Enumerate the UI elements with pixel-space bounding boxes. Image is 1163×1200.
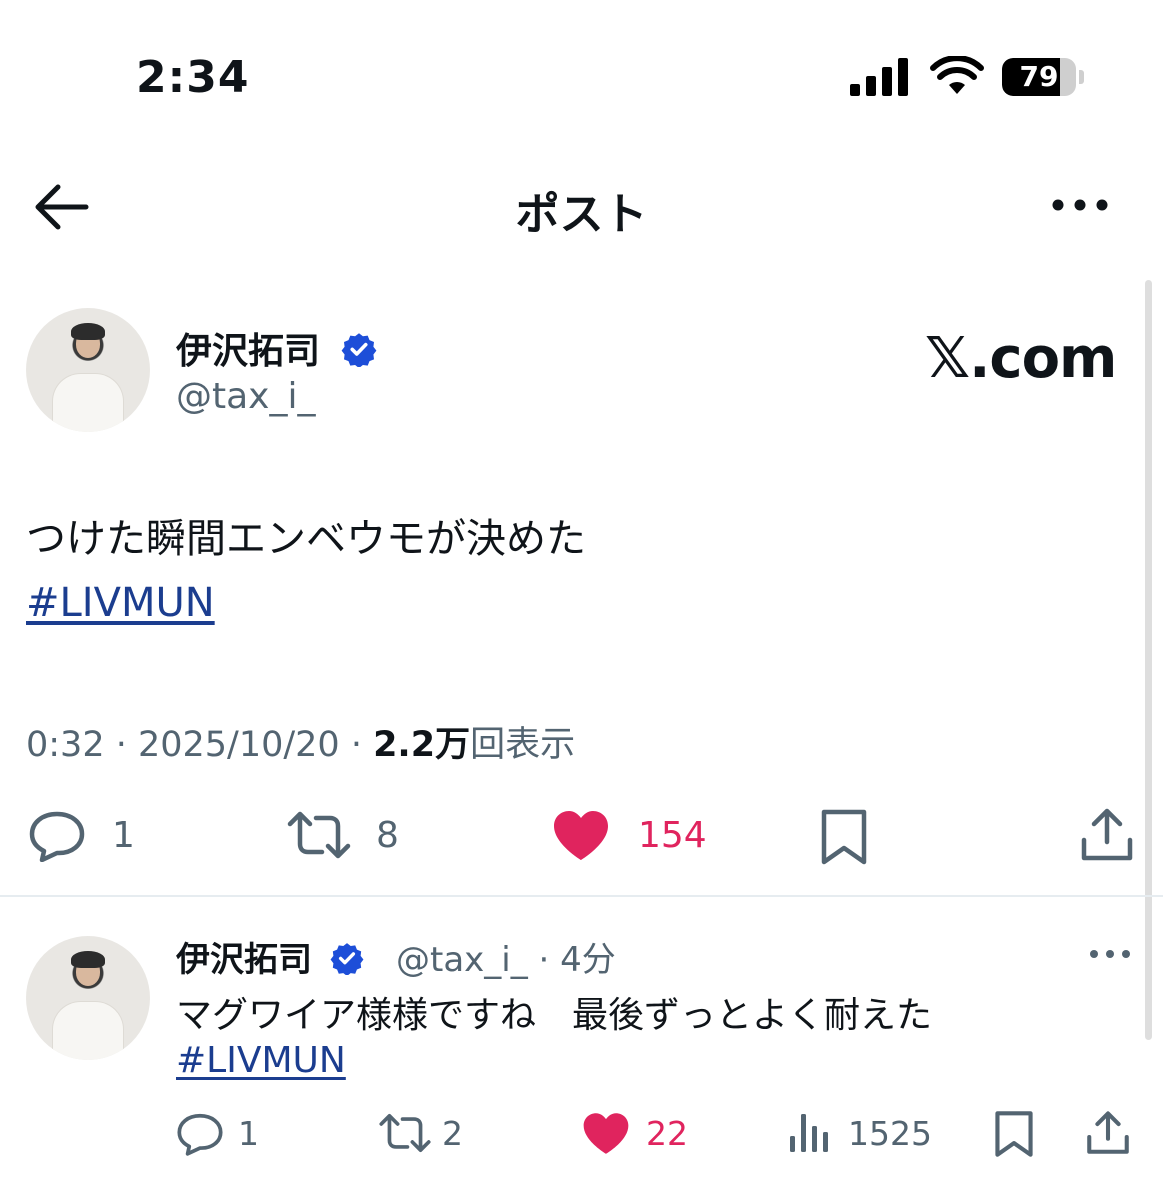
reply-icon[interactable] [28,810,86,862]
view-count: 2.2万 [373,725,471,765]
post-text: つけた瞬間エンベウモが決めた [26,516,586,562]
verified-badge-icon [330,943,364,976]
reply-avatar[interactable] [26,936,150,1060]
bookmark-icon[interactable] [820,808,868,866]
cellular-signal-icon [850,58,908,96]
like-count: 154 [638,815,707,856]
reply-count: 1 [112,815,135,856]
share-icon[interactable] [1086,1110,1130,1156]
reply-hashtag-link[interactable]: #LIVMUN [176,1040,346,1081]
author-name[interactable]: 伊沢拓司 [176,322,377,374]
battery-level-text: 79 [1019,60,1059,93]
wifi-icon [930,56,984,94]
reply-text: マグワイア様様ですね 最後ずっとよく耐えた [176,995,933,1036]
more-horizontal-icon[interactable] [1050,190,1110,220]
verified-badge-icon [341,333,376,369]
share-icon[interactable] [1080,808,1134,862]
page-title: ポスト [515,189,648,240]
status-time: 2:34 [136,52,250,103]
repost-count: 2 [442,1114,463,1153]
views-count: 1525 [848,1114,932,1153]
reply-handle-time[interactable]: @tax_i_ · 4分 [396,932,616,981]
post-timestamp[interactable]: 0:32 · 2025/10/20 · [26,725,373,765]
reply-count: 1 [238,1114,259,1153]
like-count: 22 [646,1114,688,1153]
xcom-watermark: 𝕏.com [925,326,1117,391]
battery-indicator: 79 [1002,58,1084,98]
repost-count: 8 [376,815,399,856]
reply-author-name[interactable]: 伊沢拓司 [176,932,364,981]
post-hashtag-link[interactable]: #LIVMUN [26,580,215,626]
post-meta: 0:32 · 2025/10/20 · 2.2万回表示 [26,716,575,767]
repost-icon[interactable] [286,810,352,860]
analytics-icon[interactable] [788,1110,830,1154]
more-horizontal-icon[interactable] [1088,942,1132,966]
view-label: 回表示 [470,725,576,765]
scrollbar[interactable] [1145,280,1152,1040]
reply-icon[interactable] [176,1112,224,1156]
heart-icon[interactable] [552,810,610,862]
reply-author-name-text[interactable]: 伊沢拓司 [176,940,312,980]
avatar[interactable] [26,308,150,432]
author-handle[interactable]: @tax_i_ [176,376,315,417]
author-name-text[interactable]: 伊沢拓司 [176,331,320,372]
heart-icon[interactable] [582,1112,630,1156]
divider [0,895,1163,897]
bookmark-icon[interactable] [994,1110,1034,1158]
repost-icon[interactable] [378,1112,432,1154]
